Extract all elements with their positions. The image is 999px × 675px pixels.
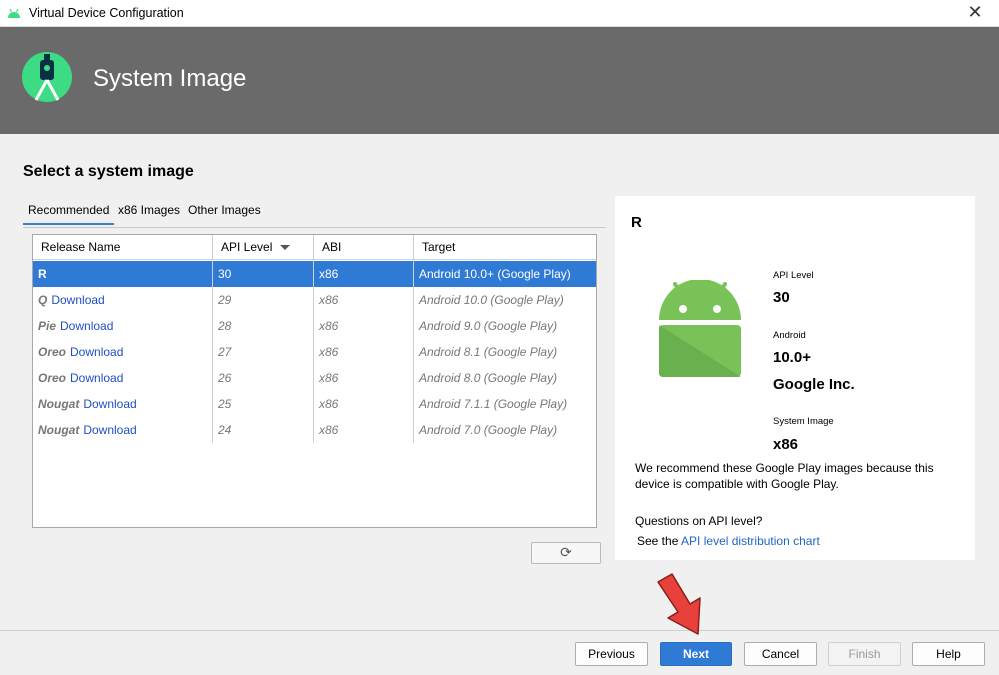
table-row[interactable]: R 30 x86 Android 10.0+ (Google Play) [33, 261, 596, 287]
release-name: R [33, 261, 213, 287]
api-level: 28 [213, 313, 314, 339]
cancel-button[interactable]: Cancel [744, 642, 817, 666]
abi: x86 [314, 261, 414, 287]
page-title: System Image [93, 65, 247, 92]
api-level: 26 [213, 365, 314, 391]
tab-recommended[interactable]: Recommended [23, 201, 115, 225]
column-abi[interactable]: ABI [314, 235, 414, 260]
wizard-header: System Image [0, 27, 999, 134]
target: Android 10.0 (Google Play) [419, 293, 564, 307]
api-distribution-link[interactable]: API level distribution chart [681, 534, 820, 548]
download-link[interactable]: Download [83, 397, 136, 411]
release-name-cell: Oreo Download [33, 365, 213, 391]
api-level-label: API Level [773, 270, 814, 281]
download-link[interactable]: Download [70, 371, 123, 385]
api-level: 27 [213, 339, 314, 365]
target: Android 8.0 (Google Play) [419, 371, 558, 385]
detail-title: R [631, 214, 642, 231]
api-question-text: Questions on API level? [635, 514, 763, 528]
column-release-name[interactable]: Release Name [33, 235, 213, 260]
refresh-icon: ⟳ [560, 545, 572, 561]
abi: x86 [314, 339, 414, 365]
section-title: Select a system image [23, 163, 194, 180]
previous-button[interactable]: Previous [575, 642, 648, 666]
window-titlebar: Virtual Device Configuration ✕ [0, 0, 999, 27]
refresh-button[interactable]: ⟳ [531, 542, 601, 564]
target: Android 7.1.1 (Google Play) [419, 397, 568, 411]
abi: x86 [314, 391, 414, 417]
wizard-footer: Previous Next Cancel Finish Help [0, 631, 999, 675]
abi: x86 [314, 313, 414, 339]
release-name: Nougat [38, 397, 80, 411]
abi: x86 [314, 287, 414, 313]
system-image-value: x86 [773, 436, 799, 453]
see-chart-line: See the API level distribution chart [637, 533, 957, 549]
api-level: 24 [213, 417, 314, 443]
target: Android 7.0 (Google Play) [419, 423, 558, 437]
table-row[interactable]: Nougat Download 24 x86 Android 7.0 (Googl… [33, 417, 596, 443]
column-target[interactable]: Target [414, 235, 596, 260]
abi: x86 [314, 365, 414, 391]
release-name-cell: Nougat Download [33, 391, 213, 417]
image-detail-panel: R API Level 30 Android 10.0+ Google Inc.… [615, 196, 975, 560]
table-row[interactable]: Oreo Download 26 x86 Android 8.0 (Google … [33, 365, 596, 391]
release-name-cell: Nougat Download [33, 417, 213, 443]
download-link[interactable]: Download [51, 293, 104, 307]
android-robot-icon [659, 280, 741, 377]
main-content: Select a system image Recommended x86 Im… [0, 134, 999, 630]
column-api-level[interactable]: API Level [213, 235, 314, 260]
red-arrow-annotation [657, 573, 701, 635]
download-link[interactable]: Download [60, 319, 113, 333]
finish-button[interactable]: Finish [828, 642, 901, 666]
window-title: Virtual Device Configuration [29, 6, 184, 20]
system-image-table: Release Name API Level ABI Target R 30 x… [32, 234, 597, 528]
table-row[interactable]: Nougat Download 25 x86 Android 7.1.1 (Goo… [33, 391, 596, 417]
help-button[interactable]: Help [912, 642, 985, 666]
api-level: 30 [213, 261, 314, 287]
sort-descending-icon [280, 245, 291, 251]
api-level-value: 30 [773, 289, 790, 306]
next-button[interactable]: Next [660, 642, 732, 666]
column-api-level-label: API Level [221, 240, 273, 254]
android-version-value: 10.0+ [773, 349, 811, 366]
api-level: 25 [213, 391, 314, 417]
release-name-cell: Q Download [33, 287, 213, 313]
table-row[interactable]: Oreo Download 27 x86 Android 8.1 (Google … [33, 339, 596, 365]
table-row[interactable]: Pie Download 28 x86 Android 9.0 (Google P… [33, 313, 596, 339]
target: Android 8.1 (Google Play) [419, 345, 558, 359]
target: Android 10.0+ (Google Play) [419, 267, 571, 281]
api-level: 29 [213, 287, 314, 313]
release-name: Q [38, 293, 48, 307]
see-text: See the [637, 534, 679, 548]
tab-other-images[interactable]: Other Images [183, 201, 266, 225]
android-studio-icon [8, 8, 20, 18]
download-link[interactable]: Download [83, 423, 136, 437]
table-row[interactable]: Q Download 29 x86 Android 10.0 (Google Pl… [33, 287, 596, 313]
release-name: Pie [38, 319, 57, 333]
close-icon[interactable]: ✕ [959, 2, 991, 24]
download-link[interactable]: Download [70, 345, 123, 359]
system-image-label: System Image [773, 416, 834, 427]
release-name-cell: Pie Download [33, 313, 213, 339]
vendor-value: Google Inc. [773, 376, 855, 393]
release-name: Oreo [38, 345, 67, 359]
tabs-divider [23, 227, 606, 228]
recommend-text: We recommend these Google Play images be… [635, 461, 934, 491]
release-name: Nougat [38, 423, 80, 437]
android-studio-logo-icon [22, 52, 72, 102]
abi: x86 [314, 417, 414, 443]
tab-x86-images[interactable]: x86 Images [113, 201, 185, 225]
target: Android 9.0 (Google Play) [419, 319, 558, 333]
release-name-cell: Oreo Download [33, 339, 213, 365]
android-label: Android [773, 330, 806, 341]
table-header: Release Name API Level ABI Target [33, 235, 596, 260]
release-name: Oreo [38, 371, 67, 385]
